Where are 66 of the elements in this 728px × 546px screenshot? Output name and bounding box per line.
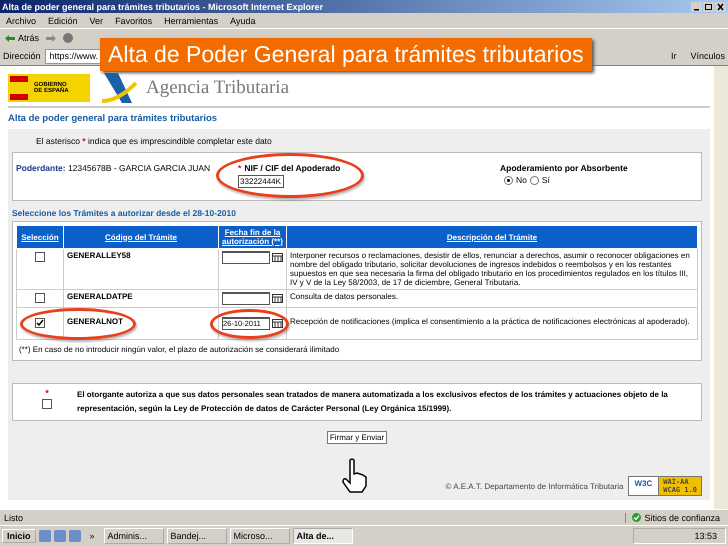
- radio-label: No: [516, 175, 527, 185]
- address-label: Dirección: [3, 51, 41, 61]
- nif-field[interactable]: 33222444K: [238, 175, 284, 188]
- check-icon: [632, 513, 642, 522]
- poderdante-value: 12345678B - GARCIA GARCIA JUAN: [68, 163, 210, 173]
- radio-label: Sí: [542, 175, 550, 185]
- slide-banner: Alta de Poder General para trámites tributarios: [100, 38, 592, 71]
- date-field[interactable]: [222, 292, 270, 305]
- calendar-icon[interactable]: [272, 319, 283, 328]
- calendar-icon[interactable]: [272, 294, 283, 303]
- row-checkbox[interactable]: [35, 318, 45, 328]
- window-title: Alta de poder general para trámites tributarios - Microsoft Internet Explorer: [2, 2, 324, 12]
- start-button[interactable]: Inicio: [2, 529, 36, 543]
- back-arrow-icon: [4, 34, 16, 42]
- procedure-description: Recepción de notificaciones (implica el consentimiento a la práctica de notificaciones electrónicas al apoderado).: [290, 317, 690, 326]
- row-checkbox[interactable]: [35, 293, 45, 303]
- procedure-code: GENERALNOT: [67, 317, 123, 326]
- stop-icon[interactable]: [63, 33, 74, 43]
- column-header[interactable]: Descripción del Trámite: [446, 232, 538, 242]
- footnote: (**) En caso de no introducir ningún valor, el plazo de autorización se considerará ilimitado: [18, 344, 340, 356]
- security-zone: Sitios de confianza: [644, 512, 720, 522]
- required-mark: *: [238, 163, 242, 173]
- calendar-icon[interactable]: [272, 253, 283, 262]
- maximize-button[interactable]: [703, 2, 714, 12]
- address-field[interactable]: https://www.: [44, 48, 101, 64]
- required-mark: *: [45, 388, 49, 398]
- procedure-description: Interponer recursos o reclamaciones, desistir de ellos, renunciar a derechos, asumir o reconocer obligaciones en nombre del obligado tributario, solicitar devoluciones de ingresos indebidos o reembolsos y en los restantes supuestos en que sea necesaria la firma del obligado tributario en los procedimientos regulados en los títulos III, IV y V de la Ley 58/2003, de 17 de diciembre, General Tributaria.: [290, 251, 690, 287]
- menu-item[interactable]: Herramientas: [164, 16, 218, 26]
- back-button[interactable]: Atrás: [4, 33, 40, 43]
- copyright-text: © A.E.A.T. Departamento de Informática Tributaria: [446, 482, 624, 490]
- minimize-button[interactable]: [691, 2, 702, 12]
- page-title: Alta de poder general para trámites tributarios: [8, 112, 218, 126]
- menu-item[interactable]: Edición: [48, 16, 78, 26]
- more-button[interactable]: »: [84, 531, 101, 541]
- procedure-description: Consulta de datos personales.: [290, 292, 398, 301]
- column-header[interactable]: Código del Trámite: [104, 232, 177, 242]
- taskbar-button[interactable]: Microso...: [230, 528, 290, 544]
- taskbar-button[interactable]: Adminis...: [104, 528, 164, 544]
- poderdante-label: Poderdante:: [16, 163, 66, 173]
- radio-button[interactable]: [504, 176, 513, 184]
- section-title: Seleccione los Trámites a autorizar desde el 28-10-2010: [12, 207, 237, 220]
- menu-item[interactable]: Ver: [90, 16, 104, 26]
- required-note: El asterisco * indica que es imprescindible completar este dato: [35, 135, 273, 148]
- status-text: Listo: [4, 512, 24, 522]
- consent-text: El otorgante autoriza a que sus datos personales sean tratados de manera automatizada a los exclusivos efectos de los trámites y actuaciones objeto de la representación, según la Ley de Protección de datos de Carácter Personal (Ley Orgánica 15/1999).: [77, 389, 669, 415]
- row-checkbox[interactable]: [35, 252, 45, 262]
- hand-cursor-icon: [340, 458, 370, 494]
- date-field[interactable]: [222, 251, 270, 264]
- taskbar-button[interactable]: Bandej...: [166, 528, 227, 544]
- nif-label: NIF / CIF del Apoderado: [244, 163, 340, 173]
- clock: 13:53: [694, 531, 717, 541]
- procedure-code: GENERALLEY58: [67, 251, 131, 260]
- close-button[interactable]: [715, 2, 726, 12]
- radio-button[interactable]: [530, 176, 539, 184]
- menu-item[interactable]: Archivo: [6, 16, 36, 26]
- menu-item[interactable]: Ayuda: [230, 16, 256, 26]
- procedure-code: GENERALDATPE: [67, 292, 133, 301]
- submit-button[interactable]: Firmar y Enviar: [326, 431, 388, 444]
- agency-name: Agencia Tributaria: [146, 77, 290, 99]
- scrollbar[interactable]: [714, 66, 728, 509]
- consent-checkbox[interactable]: [42, 399, 52, 409]
- absorbente-label: Apoderamiento por Absorbente: [500, 163, 628, 173]
- menu-item[interactable]: Favoritos: [115, 16, 152, 26]
- go-button[interactable]: Ir: [670, 51, 676, 61]
- taskbar-button[interactable]: Alta de...: [292, 528, 353, 544]
- links-label[interactable]: Vínculos: [690, 51, 725, 61]
